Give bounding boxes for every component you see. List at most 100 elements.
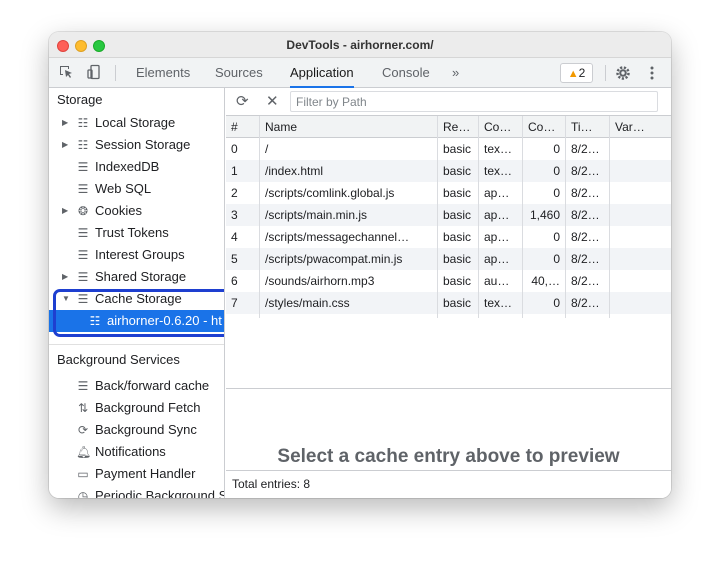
title-bar: DevTools - airhorner.com/ xyxy=(49,32,671,58)
sidebar-item-label: Notifications xyxy=(95,444,166,459)
collapse-arrow-icon[interactable]: ▼ xyxy=(62,288,70,310)
sidebar-item-label: IndexedDB xyxy=(95,159,160,174)
column-header-response-type[interactable]: Re… xyxy=(438,116,479,138)
status-bar: Total entries: 8 xyxy=(226,470,671,498)
database-icon: ☰ xyxy=(77,182,89,196)
column-header-name[interactable]: Name xyxy=(260,116,438,138)
sidebar-item-notifications[interactable]: 🔔︎ Notifications xyxy=(49,441,224,463)
table-cell: basic xyxy=(438,248,479,270)
sidebar-item-shared-storage[interactable]: ▶ ☰ Shared Storage xyxy=(49,266,224,288)
tab-sources[interactable]: Sources xyxy=(215,58,263,88)
sidebar-item-label: Interest Groups xyxy=(95,247,185,262)
expand-arrow-icon[interactable]: ▶ xyxy=(62,134,68,156)
table-cell: 8/2… xyxy=(566,270,610,292)
column-header-content-type[interactable]: Co… xyxy=(479,116,523,138)
table-row[interactable]: 6/sounds/airhorn.mp3 basic au… 40,… 8/2… xyxy=(226,270,671,292)
sidebar-item-background-sync[interactable]: ⟳ Background Sync xyxy=(49,419,224,441)
section-divider xyxy=(49,344,224,345)
table-row[interactable]: 3/scripts/main.min.js basic ap… 1,460 8/2… xyxy=(226,204,671,226)
table-cell xyxy=(610,204,671,226)
table-cell: basic xyxy=(438,270,479,292)
table-cell: 8/2… xyxy=(566,160,610,182)
sidebar-item-background-fetch[interactable]: ⇅ Background Fetch xyxy=(49,397,224,419)
sidebar-item-cache-storage[interactable]: ▼ ☰ Cache Storage xyxy=(49,288,224,310)
gear-icon[interactable] xyxy=(614,64,632,86)
tab-application[interactable]: Application xyxy=(290,58,354,88)
table-cell: 2 xyxy=(226,182,260,204)
column-header-index[interactable]: # xyxy=(226,116,260,138)
table-cell: tex… xyxy=(479,160,523,182)
column-header-time-cached[interactable]: Ti… xyxy=(566,116,610,138)
table-row[interactable]: 0/basic tex… 0 8/2… xyxy=(226,138,671,160)
table-cell: /scripts/pwacompat.min.js xyxy=(260,248,438,270)
main-toolbar: Elements Sources Application Console » ▲… xyxy=(49,58,671,88)
sidebar-item-trust-tokens[interactable]: ☰ Trust Tokens xyxy=(49,222,224,244)
sidebar-item-session-storage[interactable]: ▶ ☷ Session Storage xyxy=(49,134,224,156)
table-row[interactable]: 7/styles/main.css basic tex… 0 8/2… xyxy=(226,292,671,314)
table-cell: 3 xyxy=(226,204,260,226)
cache-entries-table: # Name Re… Co… Co… Ti… Var… 0/basic tex… 0… xyxy=(226,116,671,318)
table-cell xyxy=(610,226,671,248)
sync-icon: ⟳ xyxy=(77,423,89,437)
sidebar-item-periodic-background-sync[interactable]: ◷ Periodic Background S xyxy=(49,485,224,498)
column-header-vary[interactable]: Var… xyxy=(610,116,671,138)
sidebar-item-indexeddb[interactable]: ☰ IndexedDB xyxy=(49,156,224,178)
table-cell: 5 xyxy=(226,248,260,270)
tab-elements[interactable]: Elements xyxy=(136,58,190,88)
sidebar-item-cookies[interactable]: ▶ ❂ Cookies xyxy=(49,200,224,222)
sidebar-item-label: Session Storage xyxy=(95,137,191,152)
preview-divider xyxy=(226,388,671,389)
sidebar-item-payment-handler[interactable]: ▭ Payment Handler xyxy=(49,463,224,485)
filter-input[interactable] xyxy=(290,91,658,112)
filter-toolbar: ⟳ ✕ xyxy=(226,88,671,116)
sidebar-item-back-forward-cache[interactable]: ☰ Back/forward cache xyxy=(49,375,224,397)
table-cell: ap… xyxy=(479,182,523,204)
expand-arrow-icon[interactable]: ▶ xyxy=(62,266,68,288)
table-cell: basic xyxy=(438,138,479,160)
tab-console[interactable]: Console xyxy=(382,58,430,88)
table-cell: ap… xyxy=(479,248,523,270)
column-header-content-length[interactable]: Co… xyxy=(523,116,566,138)
table-cell: 1 xyxy=(226,160,260,182)
table-cell: /scripts/comlink.global.js xyxy=(260,182,438,204)
expand-arrow-icon[interactable]: ▶ xyxy=(62,200,68,222)
toolbar-separator xyxy=(115,65,116,81)
table-cell: 0 xyxy=(523,226,566,248)
table-cell: /scripts/messagechannel… xyxy=(260,226,438,248)
sidebar-item-label: Back/forward cache xyxy=(95,378,210,393)
warnings-badge[interactable]: ▲2 xyxy=(560,63,593,83)
table-cell: 0 xyxy=(523,182,566,204)
more-options-icon[interactable] xyxy=(649,64,655,86)
table-row[interactable]: 2/scripts/comlink.global.js basic ap… 0 8/2… xyxy=(226,182,671,204)
more-tabs-button[interactable]: » xyxy=(452,58,459,88)
table-row[interactable]: 5/scripts/pwacompat.min.js basic ap… 0 8/2… xyxy=(226,248,671,270)
sidebar-item-cache-airhorner[interactable]: ☷ airhorner-0.6.20 - ht xyxy=(49,310,224,332)
device-toolbar-icon[interactable] xyxy=(86,64,102,84)
table-cell xyxy=(610,182,671,204)
table-row[interactable]: 1/index.html basic tex… 0 8/2… xyxy=(226,160,671,182)
sidebar-item-label: Trust Tokens xyxy=(95,225,169,240)
expand-arrow-icon[interactable]: ▶ xyxy=(62,112,68,134)
refresh-icon[interactable]: ⟳ xyxy=(236,93,249,111)
database-icon: ☰ xyxy=(77,226,89,240)
table-cell xyxy=(610,292,671,314)
table-row[interactable]: 4/scripts/messagechannel… basic ap… 0 8/2… xyxy=(226,226,671,248)
warnings-count: 2 xyxy=(578,66,586,80)
sidebar-item-local-storage[interactable]: ▶ ☷ Local Storage xyxy=(49,112,224,134)
application-sidebar: Storage ▶ ☷ Local Storage ▶ ☷ Session St… xyxy=(49,88,225,498)
sidebar-item-interest-groups[interactable]: ☰ Interest Groups xyxy=(49,244,224,266)
toolbar-separator xyxy=(605,65,606,81)
table-cell: 0 xyxy=(523,160,566,182)
table-cell: 8/2… xyxy=(566,226,610,248)
table-cell: 8/2… xyxy=(566,182,610,204)
sidebar-item-label: Cookies xyxy=(95,203,142,218)
inspect-element-icon[interactable] xyxy=(58,64,74,84)
table-cell xyxy=(610,270,671,292)
table-cell: 6 xyxy=(226,270,260,292)
sidebar-item-label: Web SQL xyxy=(95,181,152,196)
delete-icon[interactable]: ✕ xyxy=(266,93,279,111)
sidebar-item-web-sql[interactable]: ☰ Web SQL xyxy=(49,178,224,200)
cache-storage-panel: ⟳ ✕ # Name Re… Co… Co… Ti… Var… xyxy=(226,88,671,498)
table-cell: tex… xyxy=(479,138,523,160)
table-cell xyxy=(610,248,671,270)
